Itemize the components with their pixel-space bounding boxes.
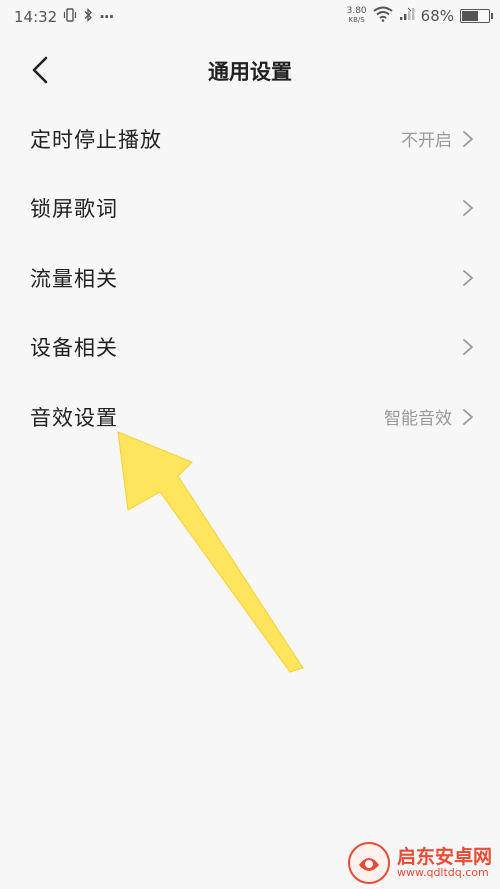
header: 通用设置 bbox=[0, 40, 500, 100]
watermark-url: www.qdltdq.com bbox=[396, 866, 489, 880]
more-notifications-icon: ··· bbox=[99, 8, 114, 26]
menu-item-label: 设备相关 bbox=[30, 336, 118, 361]
menu-item-sound-effects[interactable]: 音效设置 智能音效 bbox=[0, 382, 500, 452]
menu-item-label: 锁屏歌词 bbox=[30, 197, 118, 222]
net-speed-unit: KB/S bbox=[348, 16, 365, 24]
watermark-text: 启东安卓网 www.qdltdq.com bbox=[396, 845, 492, 880]
menu-item-data-usage[interactable]: 流量相关 bbox=[0, 243, 500, 313]
status-left: 14:32 ··· bbox=[14, 7, 114, 26]
menu-item-value: 不开启 bbox=[401, 131, 452, 152]
bluetooth-icon bbox=[83, 7, 93, 26]
menu-item-timer-stop[interactable]: 定时停止播放 不开启 bbox=[0, 104, 500, 174]
status-right: 3.80 KB/S 68% bbox=[347, 6, 493, 26]
chevron-right-icon bbox=[463, 339, 473, 356]
net-speed-value: 3.80 bbox=[346, 6, 367, 16]
menu-item-value: 智能音效 bbox=[384, 409, 452, 430]
wifi-icon bbox=[373, 6, 393, 26]
battery-percent: 68% bbox=[420, 7, 454, 25]
battery-level bbox=[462, 11, 479, 21]
page-title: 通用设置 bbox=[208, 60, 292, 84]
vibrate-icon bbox=[63, 8, 77, 26]
cellular-signal-icon bbox=[399, 7, 415, 25]
chevron-right-icon bbox=[463, 130, 473, 147]
watermark-logo-icon bbox=[347, 842, 390, 884]
menu-item-lockscreen-lyrics[interactable]: 锁屏歌词 bbox=[0, 174, 500, 244]
watermark-title: 启东安卓网 bbox=[396, 845, 492, 868]
menu-item-label: 定时停止播放 bbox=[30, 127, 162, 152]
chevron-right-icon bbox=[463, 408, 473, 425]
menu-item-devices[interactable]: 设备相关 bbox=[0, 313, 500, 383]
battery-icon bbox=[460, 9, 493, 23]
menu-item-label: 音效设置 bbox=[30, 405, 118, 430]
network-speed: 3.80 KB/S bbox=[347, 7, 367, 25]
status-bar: 14:32 ··· 3.80 KB/S 68% bbox=[0, 0, 500, 34]
watermark: 启东安卓网 www.qdltdq.com bbox=[347, 841, 492, 885]
menu-item-label: 流量相关 bbox=[30, 266, 118, 291]
chevron-right-icon bbox=[463, 200, 473, 217]
status-time: 14:32 bbox=[14, 8, 58, 26]
settings-menu: 定时停止播放 不开启 锁屏歌词 流量相关 设备相关 音效设置 智能音效 bbox=[0, 104, 500, 452]
chevron-right-icon bbox=[463, 269, 473, 286]
